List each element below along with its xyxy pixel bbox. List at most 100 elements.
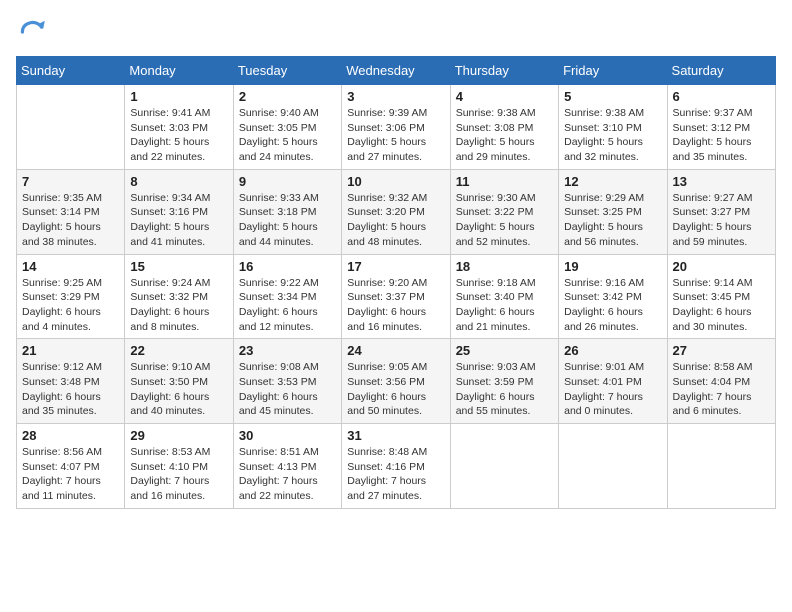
day-number: 10 xyxy=(347,174,444,189)
calendar-cell: 3 Sunrise: 9:39 AM Sunset: 3:06 PM Daylig… xyxy=(342,85,450,170)
day-info: Sunrise: 9:39 AM Sunset: 3:06 PM Dayligh… xyxy=(347,106,444,165)
day-info: Sunrise: 8:56 AM Sunset: 4:07 PM Dayligh… xyxy=(22,445,119,504)
day-number: 29 xyxy=(130,428,227,443)
calendar-cell: 15Sunrise: 9:24 AM Sunset: 3:32 PM Dayli… xyxy=(125,254,233,339)
day-info: Sunrise: 8:53 AM Sunset: 4:10 PM Dayligh… xyxy=(130,445,227,504)
calendar-cell: 19 Sunrise: 9:16 AM Sunset: 3:42 PM Dayli… xyxy=(559,254,667,339)
calendar: SundayMondayTuesdayWednesdayThursdayFrid… xyxy=(16,56,776,509)
calendar-cell: 12 Sunrise: 9:29 AM Sunset: 3:25 PM Dayli… xyxy=(559,169,667,254)
day-info: Sunrise: 9:29 AM Sunset: 3:25 PM Dayligh… xyxy=(564,191,661,250)
calendar-cell: 10 Sunrise: 9:32 AM Sunset: 3:20 PM Dayli… xyxy=(342,169,450,254)
day-number: 23 xyxy=(239,343,336,358)
day-info: Sunrise: 9:01 AM Sunset: 4:01 PM Dayligh… xyxy=(564,360,661,419)
logo-icon xyxy=(16,16,48,48)
day-info: Sunrise: 9:40 AM Sunset: 3:05 PM Dayligh… xyxy=(239,106,336,165)
calendar-cell: 31 Sunrise: 8:48 AM Sunset: 4:16 PM Dayli… xyxy=(342,424,450,509)
day-info: Sunrise: 9:12 AM Sunset: 3:48 PM Dayligh… xyxy=(22,360,119,419)
day-info: Sunrise: 9:03 AM Sunset: 3:59 PM Dayligh… xyxy=(456,360,553,419)
weekday-header-monday: Monday xyxy=(125,57,233,85)
calendar-cell xyxy=(559,424,667,509)
calendar-cell: 28 Sunrise: 8:56 AM Sunset: 4:07 PM Dayli… xyxy=(17,424,125,509)
calendar-cell: 11 Sunrise: 9:30 AM Sunset: 3:22 PM Dayli… xyxy=(450,169,558,254)
logo xyxy=(16,16,52,48)
weekday-header-saturday: Saturday xyxy=(667,57,775,85)
calendar-cell: 27Sunrise: 8:58 AM Sunset: 4:04 PM Dayli… xyxy=(667,339,775,424)
day-number: 9 xyxy=(239,174,336,189)
header xyxy=(16,16,776,48)
day-info: Sunrise: 9:32 AM Sunset: 3:20 PM Dayligh… xyxy=(347,191,444,250)
calendar-cell: 17 Sunrise: 9:20 AM Sunset: 3:37 PM Dayli… xyxy=(342,254,450,339)
day-number: 2 xyxy=(239,89,336,104)
calendar-cell: 20 Sunrise: 9:14 AM Sunset: 3:45 PM Dayli… xyxy=(667,254,775,339)
day-info: Sunrise: 9:14 AM Sunset: 3:45 PM Dayligh… xyxy=(673,276,770,335)
day-info: Sunrise: 9:38 AM Sunset: 3:10 PM Dayligh… xyxy=(564,106,661,165)
calendar-cell: 1 Sunrise: 9:41 AM Sunset: 3:03 PM Daylig… xyxy=(125,85,233,170)
day-info: Sunrise: 9:10 AM Sunset: 3:50 PM Dayligh… xyxy=(130,360,227,419)
day-number: 26 xyxy=(564,343,661,358)
day-info: Sunrise: 9:35 AM Sunset: 3:14 PM Dayligh… xyxy=(22,191,119,250)
week-row-5: 28 Sunrise: 8:56 AM Sunset: 4:07 PM Dayli… xyxy=(17,424,776,509)
day-info: Sunrise: 9:22 AM Sunset: 3:34 PM Dayligh… xyxy=(239,276,336,335)
day-number: 28 xyxy=(22,428,119,443)
calendar-cell xyxy=(17,85,125,170)
weekday-header-wednesday: Wednesday xyxy=(342,57,450,85)
day-number: 12 xyxy=(564,174,661,189)
week-row-3: 14Sunrise: 9:25 AM Sunset: 3:29 PM Dayli… xyxy=(17,254,776,339)
day-info: Sunrise: 9:18 AM Sunset: 3:40 PM Dayligh… xyxy=(456,276,553,335)
calendar-cell: 13 Sunrise: 9:27 AM Sunset: 3:27 PM Dayli… xyxy=(667,169,775,254)
calendar-cell: 30Sunrise: 8:51 AM Sunset: 4:13 PM Dayli… xyxy=(233,424,341,509)
day-number: 16 xyxy=(239,259,336,274)
day-number: 1 xyxy=(130,89,227,104)
calendar-cell: 24 Sunrise: 9:05 AM Sunset: 3:56 PM Dayli… xyxy=(342,339,450,424)
day-info: Sunrise: 9:33 AM Sunset: 3:18 PM Dayligh… xyxy=(239,191,336,250)
weekday-header-row: SundayMondayTuesdayWednesdayThursdayFrid… xyxy=(17,57,776,85)
day-number: 27 xyxy=(673,343,770,358)
weekday-header-friday: Friday xyxy=(559,57,667,85)
day-number: 18 xyxy=(456,259,553,274)
day-number: 31 xyxy=(347,428,444,443)
weekday-header-thursday: Thursday xyxy=(450,57,558,85)
day-number: 11 xyxy=(456,174,553,189)
day-number: 17 xyxy=(347,259,444,274)
calendar-cell: 8 Sunrise: 9:34 AM Sunset: 3:16 PM Daylig… xyxy=(125,169,233,254)
day-info: Sunrise: 8:48 AM Sunset: 4:16 PM Dayligh… xyxy=(347,445,444,504)
day-number: 24 xyxy=(347,343,444,358)
day-number: 7 xyxy=(22,174,119,189)
calendar-cell xyxy=(450,424,558,509)
calendar-cell: 5 Sunrise: 9:38 AM Sunset: 3:10 PM Daylig… xyxy=(559,85,667,170)
day-info: Sunrise: 9:20 AM Sunset: 3:37 PM Dayligh… xyxy=(347,276,444,335)
calendar-cell: 16 Sunrise: 9:22 AM Sunset: 3:34 PM Dayli… xyxy=(233,254,341,339)
week-row-4: 21Sunrise: 9:12 AM Sunset: 3:48 PM Dayli… xyxy=(17,339,776,424)
day-info: Sunrise: 9:05 AM Sunset: 3:56 PM Dayligh… xyxy=(347,360,444,419)
week-row-2: 7 Sunrise: 9:35 AM Sunset: 3:14 PM Daylig… xyxy=(17,169,776,254)
calendar-cell: 4Sunrise: 9:38 AM Sunset: 3:08 PM Daylig… xyxy=(450,85,558,170)
day-info: Sunrise: 9:34 AM Sunset: 3:16 PM Dayligh… xyxy=(130,191,227,250)
day-info: Sunrise: 9:27 AM Sunset: 3:27 PM Dayligh… xyxy=(673,191,770,250)
day-number: 19 xyxy=(564,259,661,274)
calendar-cell: 14Sunrise: 9:25 AM Sunset: 3:29 PM Dayli… xyxy=(17,254,125,339)
day-info: Sunrise: 9:41 AM Sunset: 3:03 PM Dayligh… xyxy=(130,106,227,165)
day-info: Sunrise: 9:16 AM Sunset: 3:42 PM Dayligh… xyxy=(564,276,661,335)
day-number: 25 xyxy=(456,343,553,358)
week-row-1: 1 Sunrise: 9:41 AM Sunset: 3:03 PM Daylig… xyxy=(17,85,776,170)
day-number: 3 xyxy=(347,89,444,104)
day-info: Sunrise: 8:51 AM Sunset: 4:13 PM Dayligh… xyxy=(239,445,336,504)
day-info: Sunrise: 9:25 AM Sunset: 3:29 PM Dayligh… xyxy=(22,276,119,335)
calendar-cell: 21Sunrise: 9:12 AM Sunset: 3:48 PM Dayli… xyxy=(17,339,125,424)
day-number: 5 xyxy=(564,89,661,104)
day-info: Sunrise: 9:30 AM Sunset: 3:22 PM Dayligh… xyxy=(456,191,553,250)
day-number: 13 xyxy=(673,174,770,189)
day-number: 8 xyxy=(130,174,227,189)
day-number: 22 xyxy=(130,343,227,358)
day-info: Sunrise: 9:08 AM Sunset: 3:53 PM Dayligh… xyxy=(239,360,336,419)
day-number: 4 xyxy=(456,89,553,104)
calendar-cell: 2 Sunrise: 9:40 AM Sunset: 3:05 PM Daylig… xyxy=(233,85,341,170)
day-info: Sunrise: 9:24 AM Sunset: 3:32 PM Dayligh… xyxy=(130,276,227,335)
calendar-cell: 23 Sunrise: 9:08 AM Sunset: 3:53 PM Dayli… xyxy=(233,339,341,424)
weekday-header-sunday: Sunday xyxy=(17,57,125,85)
calendar-cell: 25 Sunrise: 9:03 AM Sunset: 3:59 PM Dayli… xyxy=(450,339,558,424)
calendar-cell: 6Sunrise: 9:37 AM Sunset: 3:12 PM Daylig… xyxy=(667,85,775,170)
day-number: 20 xyxy=(673,259,770,274)
calendar-cell xyxy=(667,424,775,509)
calendar-cell: 29 Sunrise: 8:53 AM Sunset: 4:10 PM Dayli… xyxy=(125,424,233,509)
